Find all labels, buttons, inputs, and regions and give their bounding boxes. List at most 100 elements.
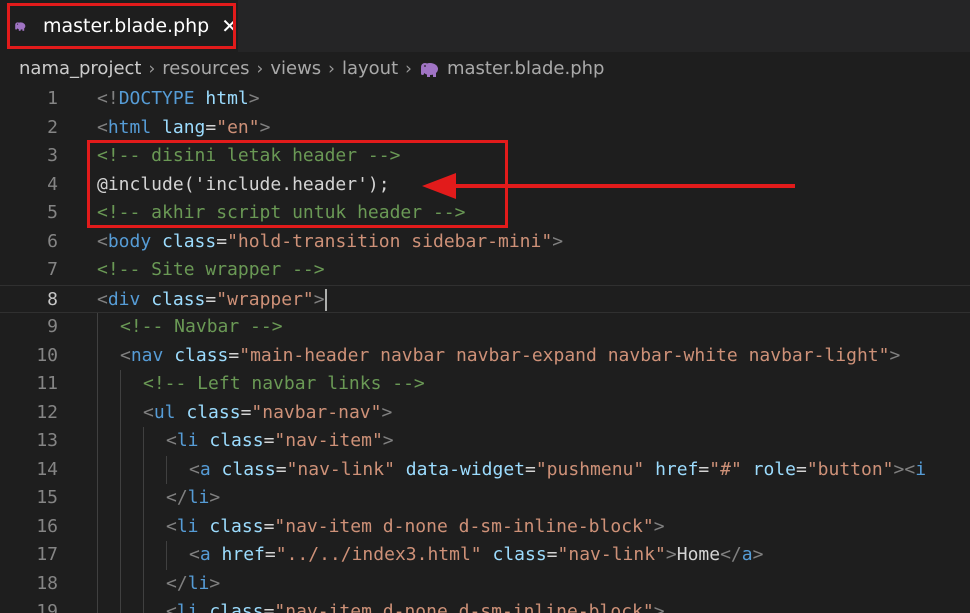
code-token: = [795, 458, 807, 480]
indent-guide [120, 598, 121, 613]
code-token: href [655, 458, 699, 480]
chevron-right-icon: › [405, 58, 412, 79]
code-token: "en" [216, 116, 260, 138]
code-line[interactable]: 5 <!-- akhir script untuk header --> [0, 199, 970, 228]
code-line[interactable]: 16 <li class="nav-item d-none d-sm-inline… [0, 512, 970, 542]
code-token: "pushmenu" [535, 458, 645, 480]
line-number: 18 [36, 572, 58, 594]
code-token: > [381, 401, 393, 423]
line-number: 4 [47, 173, 58, 195]
code-line[interactable]: 12 <ul class="navbar-nav"> [0, 398, 970, 427]
code-text: <!-- disini letak header --> [97, 142, 400, 171]
code-line[interactable]: 2 <html lang="en"> [0, 114, 970, 143]
line-number: 16 [36, 515, 58, 537]
code-text: <a href="../../index3.html" class="nav-l… [189, 541, 763, 570]
code-line[interactable]: 14 <a class="nav-link" data-widget="pushm… [0, 455, 970, 484]
indent-guide [143, 455, 144, 484]
breadcrumb-layout[interactable]: layout [342, 58, 398, 79]
breadcrumb-resources[interactable]: resources [162, 58, 249, 79]
code-token: a [199, 458, 211, 480]
tab-bar: master.blade.php ✕ [0, 0, 970, 52]
code-token: li [187, 572, 210, 594]
code-editor[interactable]: 1 <!DOCTYPE html> 2 <html lang="en"> 3 <!-- d… [0, 85, 970, 613]
code-text: <!DOCTYPE html> [97, 85, 260, 114]
code-line[interactable]: 19 <li class="nav-item d-none d-sm-inline… [0, 598, 970, 613]
indent-guide [143, 598, 144, 613]
code-token: > [209, 572, 221, 594]
line-number: 19 [36, 601, 58, 613]
indent-guide [166, 541, 167, 570]
tab-label: master.blade.php [43, 15, 210, 37]
code-token: "nav-item d-none d-sm-inline-block" [274, 601, 654, 613]
code-token: = [264, 544, 276, 565]
code-token: Home [676, 544, 721, 565]
code-line[interactable]: 9 <!-- Navbar --> [0, 313, 970, 342]
code-token: </ [166, 572, 188, 594]
code-line[interactable]: 3 <!-- disini letak header --> [0, 142, 970, 171]
line-number: 17 [36, 544, 58, 565]
code-text: <li class="nav-item"> [166, 427, 394, 456]
line-number: 11 [36, 373, 58, 394]
code-token: li [176, 430, 199, 451]
code-line[interactable]: 17 <a href="../../index3.html" class="nav… [0, 541, 970, 570]
code-text: @include('include.header'); [97, 171, 390, 200]
code-line[interactable]: 1 <!DOCTYPE html> [0, 85, 970, 114]
tab-master-blade[interactable]: master.blade.php ✕ [0, 0, 238, 52]
code-token: > [382, 430, 394, 451]
indent-guide [120, 569, 121, 598]
code-token: < [143, 401, 154, 423]
php-elephant-icon [15, 22, 26, 31]
breadcrumb-file[interactable]: master.blade.php [447, 58, 604, 79]
code-line[interactable]: 6 <body class="hold-transition sidebar-mi… [0, 228, 970, 257]
code-token: < [166, 430, 177, 451]
code-line[interactable]: 7 <!-- Site wrapper --> [0, 256, 970, 285]
code-line[interactable]: 4 @include('include.header'); [0, 171, 970, 200]
code-text: <body class="hold-transition sidebar-min… [97, 228, 563, 257]
breadcrumb-project[interactable]: nama_project [19, 58, 141, 79]
code-token: li [176, 601, 199, 613]
chevron-right-icon: › [148, 58, 156, 79]
code-token: > [209, 487, 221, 508]
line-number: 3 [47, 145, 58, 166]
indent-guide [120, 484, 121, 513]
code-token: <!-- akhir script untuk header --> [97, 202, 466, 223]
code-token: data-widget [405, 458, 525, 480]
code-text: <li class="nav-item d-none d-sm-inline-b… [166, 513, 665, 542]
code-line[interactable]: 8 <div class="wrapper"> [0, 284, 970, 313]
code-token: "nav-link" [557, 544, 666, 565]
breadcrumb-views[interactable]: views [270, 58, 321, 79]
code-text: </li> [166, 484, 220, 513]
code-text: </li> [166, 570, 220, 599]
code-token: class [162, 230, 217, 252]
code-line[interactable]: 18 </li> [0, 569, 970, 599]
code-token: > [259, 116, 271, 138]
indent-guide [143, 569, 144, 598]
code-token: "nav-link" [286, 458, 395, 480]
indent-guide [120, 398, 121, 427]
code-token: = [698, 458, 710, 480]
code-token: class [174, 344, 229, 366]
code-token: "button" [806, 458, 894, 480]
line-number: 7 [47, 259, 58, 280]
code-line[interactable]: 13 <li class="nav-item"> [0, 427, 970, 456]
chevron-right-icon: › [328, 58, 335, 79]
code-line[interactable]: 11 <!-- Left navbar links --> [0, 370, 970, 399]
line-number: 2 [47, 116, 58, 138]
indent-guide [166, 455, 167, 484]
code-token: <!-- Navbar --> [120, 316, 283, 337]
close-icon[interactable]: ✕ [221, 14, 238, 38]
code-token: html [205, 88, 249, 109]
chevron-right-icon: › [256, 58, 264, 79]
code-line[interactable]: 15 </li> [0, 484, 970, 513]
code-text: <!-- Navbar --> [120, 313, 283, 342]
code-token: > [665, 544, 677, 565]
code-line[interactable]: 10 <nav class="main-header navbar navbar-… [0, 341, 970, 370]
code-token: <! [97, 88, 119, 109]
